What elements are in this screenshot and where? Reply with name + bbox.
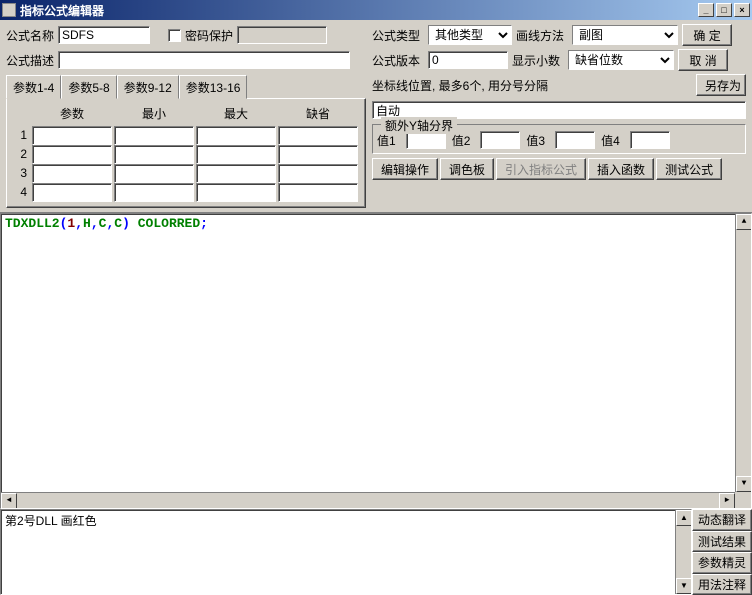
- param-2-max[interactable]: [196, 145, 276, 164]
- code-token: ,: [91, 216, 99, 231]
- label-y3: 值3: [526, 132, 545, 149]
- tab-params-5-8[interactable]: 参数5-8: [61, 75, 116, 99]
- close-button[interactable]: ×: [734, 3, 750, 17]
- password-protect-checkbox[interactable]: [168, 29, 181, 42]
- form-area: 公式名称 密码保护 公式描述 参数1-4 参数5-8 参数9-12 参数13-1…: [0, 20, 752, 213]
- extra-y-fieldset: 额外Y轴分界 值1 值2 值3 值4: [372, 124, 746, 154]
- code-token: C: [114, 216, 122, 231]
- draw-method-select[interactable]: 副图: [572, 25, 678, 45]
- code-scrollbar-v[interactable]: ▲ ▼: [735, 214, 751, 492]
- tab-params-1-4[interactable]: 参数1-4: [6, 75, 61, 99]
- palette-button[interactable]: 调色板: [440, 158, 494, 180]
- label-desc: 公式描述: [6, 52, 54, 69]
- y3-input[interactable]: [555, 131, 595, 149]
- y2-input[interactable]: [480, 131, 520, 149]
- insert-func-button[interactable]: 插入函数: [588, 158, 654, 180]
- label-y1: 值1: [377, 132, 396, 149]
- label-y4: 值4: [601, 132, 620, 149]
- edit-op-button[interactable]: 编辑操作: [372, 158, 438, 180]
- formula-type-select[interactable]: 其他类型: [428, 25, 512, 45]
- param-header-name: 参数: [31, 103, 113, 126]
- param-1-min[interactable]: [114, 126, 194, 145]
- window-title: 指标公式编辑器: [20, 2, 104, 19]
- code-token: ,: [75, 216, 83, 231]
- title-bar: 指标公式编辑器 _ □ ×: [0, 0, 752, 20]
- tab-params-9-12[interactable]: 参数9-12: [117, 75, 179, 99]
- param-1-name[interactable]: [32, 126, 112, 145]
- scroll-left-icon[interactable]: ◄: [1, 493, 17, 509]
- param-4-max[interactable]: [196, 183, 276, 202]
- status-text: 第2号DLL 画红色: [5, 514, 97, 528]
- param-row-3: 3: [13, 164, 31, 183]
- code-token: COLORRED: [138, 216, 200, 231]
- maximize-button[interactable]: □: [716, 3, 732, 17]
- formula-name-input[interactable]: [58, 26, 150, 44]
- code-token: TDXDLL2: [5, 216, 60, 231]
- param-3-min[interactable]: [114, 164, 194, 183]
- status-output: 第2号DLL 画红色 ▲ ▼: [0, 509, 692, 595]
- label-version: 公式版本: [372, 52, 420, 69]
- status-scrollbar-v[interactable]: ▲ ▼: [675, 510, 691, 594]
- param-row-2: 2: [13, 145, 31, 164]
- minimize-button[interactable]: _: [698, 3, 714, 17]
- code-token: ;: [200, 216, 208, 231]
- import-formula-button[interactable]: 引入指标公式: [496, 158, 586, 180]
- param-tabs: 参数1-4 参数5-8 参数9-12 参数13-16: [6, 74, 366, 98]
- param-2-min[interactable]: [114, 145, 194, 164]
- param-3-max[interactable]: [196, 164, 276, 183]
- password-input[interactable]: [237, 26, 327, 44]
- param-4-default[interactable]: [278, 183, 358, 202]
- scroll-corner: [735, 492, 751, 508]
- decimals-select[interactable]: 缺省位数: [568, 50, 674, 70]
- param-panel: 参数 最小 最大 缺省 1 2 3: [6, 98, 366, 208]
- label-type: 公式类型: [372, 27, 420, 44]
- param-header-min: 最小: [113, 103, 195, 126]
- extra-y-legend: 额外Y轴分界: [381, 117, 457, 134]
- scroll-up-icon[interactable]: ▲: [676, 510, 692, 526]
- code-token: ): [122, 216, 130, 231]
- test-formula-button[interactable]: 测试公式: [656, 158, 722, 180]
- code-token: [130, 216, 138, 231]
- scroll-down-icon[interactable]: ▼: [676, 578, 692, 594]
- ok-button[interactable]: 确 定: [682, 24, 732, 46]
- scroll-down-icon[interactable]: ▼: [736, 476, 752, 492]
- version-input[interactable]: [428, 51, 508, 69]
- code-editor[interactable]: TDXDLL2(1,H,C,C) COLORRED; ▲ ▼ ◄ ►: [0, 213, 752, 509]
- app-icon: [2, 3, 16, 17]
- tab-params-13-16[interactable]: 参数13-16: [179, 75, 248, 99]
- y4-input[interactable]: [630, 131, 670, 149]
- param-row-1: 1: [13, 126, 31, 145]
- param-row-4: 4: [13, 183, 31, 202]
- code-scrollbar-h[interactable]: ◄ ►: [1, 492, 735, 508]
- scroll-right-icon[interactable]: ►: [719, 493, 735, 509]
- param-3-default[interactable]: [278, 164, 358, 183]
- usage-note-button[interactable]: 用法注释: [692, 574, 752, 595]
- label-decimals: 显示小数: [512, 52, 560, 69]
- label-password-protect: 密码保护: [185, 27, 233, 44]
- param-2-name[interactable]: [32, 145, 112, 164]
- cancel-button[interactable]: 取 消: [678, 49, 728, 71]
- param-header-max: 最大: [195, 103, 277, 126]
- formula-desc-input[interactable]: [58, 51, 350, 69]
- test-result-button[interactable]: 测试结果: [692, 531, 752, 553]
- param-4-min[interactable]: [114, 183, 194, 202]
- label-draw: 画线方法: [516, 27, 564, 44]
- param-1-max[interactable]: [196, 126, 276, 145]
- param-4-name[interactable]: [32, 183, 112, 202]
- label-name: 公式名称: [6, 27, 54, 44]
- save-as-button[interactable]: 另存为: [696, 74, 746, 96]
- param-wizard-button[interactable]: 参数精灵: [692, 552, 752, 574]
- param-header-default: 缺省: [277, 103, 359, 126]
- code-token: H: [83, 216, 91, 231]
- dyn-translate-button[interactable]: 动态翻译: [692, 509, 752, 531]
- param-3-name[interactable]: [32, 164, 112, 183]
- label-y2: 值2: [452, 132, 471, 149]
- scroll-up-icon[interactable]: ▲: [736, 214, 752, 230]
- param-1-default[interactable]: [278, 126, 358, 145]
- label-coordline: 坐标线位置, 最多6个, 用分号分隔: [372, 79, 548, 93]
- param-2-default[interactable]: [278, 145, 358, 164]
